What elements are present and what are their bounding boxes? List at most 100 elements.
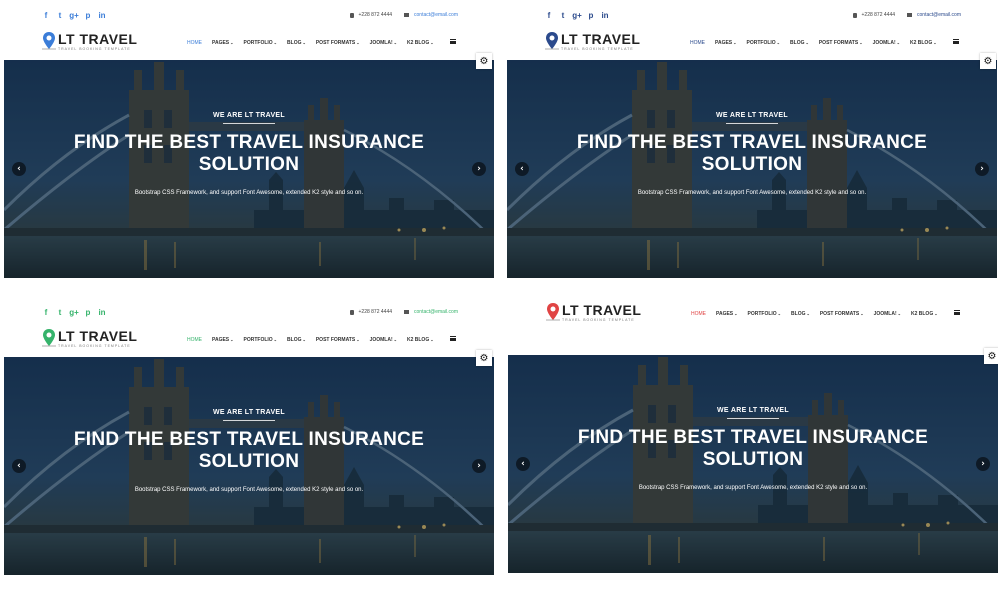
google-plus-icon[interactable]: g+ [69,10,79,20]
hero-title: FIND THE BEST TRAVEL INSURANCE SOLUTION [577,427,929,470]
site-logo[interactable]: LT TRAVEL Travel Booking Template [546,303,641,322]
main-navbar: LT TRAVEL Travel Booking Template HOME PA… [507,29,997,60]
nav-item-blog[interactable]: BLOG⌄ [791,311,810,317]
slider-prev-button[interactable]: ‹ [12,162,26,176]
nav-item-k2-blog[interactable]: K2 BLOG⌄ [407,40,434,46]
chevron-right-icon: › [477,461,481,471]
site-logo[interactable]: LT TRAVEL Travel Booking Template [42,329,137,348]
nav-item-post-formats[interactable]: POST FORMATS⌄ [316,337,360,343]
pinterest-icon[interactable]: p [84,10,92,20]
map-pin-logo-icon [545,32,559,50]
chevron-left-icon: ‹ [520,164,524,174]
template-preview-green: f t g+ p in +228 872 4444 contact@email.com … [4,297,494,582]
style-switcher-button[interactable]: ⚙ [980,53,996,69]
site-logo[interactable]: LT TRAVEL Travel Booking Template [545,32,640,51]
email-link[interactable]: contact@email.com [414,12,458,18]
facebook-icon[interactable]: f [42,307,50,317]
nav-item-home[interactable]: HOME [187,337,202,343]
nav-item-joomla[interactable]: JOOMLA!⌄ [873,40,900,46]
chevron-down-icon: ⌄ [302,337,306,342]
nav-item-portfolio[interactable]: PORTFOLIO⌄ [748,311,782,317]
main-navbar: LT TRAVEL Travel Booking Template HOME PA… [4,29,494,60]
pinterest-icon[interactable]: p [84,307,92,317]
chevron-down-icon: ⌄ [356,40,360,45]
phone-number: +228 872 4444 [861,12,896,18]
twitter-icon[interactable]: t [56,10,64,20]
email-link[interactable]: contact@email.com [414,309,458,315]
chevron-down-icon: ⌄ [230,337,234,342]
slider-next-button[interactable]: › [472,162,486,176]
nav-item-blog[interactable]: BLOG⌄ [790,40,809,46]
nav-item-pages[interactable]: PAGES⌄ [212,337,234,343]
slider-next-button[interactable]: › [472,459,486,473]
chevron-down-icon: ⌄ [860,311,864,316]
envelope-icon [404,13,410,17]
style-switcher-button[interactable]: ⚙ [476,350,492,366]
nav-item-pages[interactable]: PAGES⌄ [212,40,234,46]
hero-slider: WE ARE LT TRAVEL FIND THE BEST TRAVEL IN… [507,60,997,278]
hamburger-menu-icon[interactable] [450,336,456,341]
nav-item-portfolio[interactable]: PORTFOLIO⌄ [244,337,278,343]
slider-prev-button[interactable]: ‹ [515,162,529,176]
hamburger-menu-icon[interactable] [450,39,456,44]
google-plus-icon[interactable]: g+ [572,10,582,20]
nav-item-post-formats[interactable]: POST FORMATS⌄ [819,40,863,46]
chevron-left-icon: ‹ [17,461,21,471]
main-menu: HOME PAGES⌄ PORTFOLIO⌄ BLOG⌄ POST FORMATS⌄ JO… [690,40,947,46]
style-switcher-button[interactable]: ⚙ [984,348,998,364]
nav-item-post-formats[interactable]: POST FORMATS⌄ [820,311,864,317]
chevron-right-icon: › [980,164,984,174]
slider-next-button[interactable]: › [976,457,990,471]
nav-item-pages[interactable]: PAGES⌄ [716,311,738,317]
nav-item-home[interactable]: HOME [187,40,202,46]
linkedin-icon[interactable]: in [98,307,106,317]
nav-item-blog[interactable]: BLOG⌄ [287,337,306,343]
chevron-down-icon: ⌄ [430,337,434,342]
facebook-icon[interactable]: f [545,10,553,20]
twitter-icon[interactable]: t [559,10,567,20]
nav-item-blog[interactable]: BLOG⌄ [287,40,306,46]
slider-prev-button[interactable]: ‹ [516,457,530,471]
linkedin-icon[interactable]: in [601,10,609,20]
chevron-down-icon: ⌄ [230,40,234,45]
hero-kicker: WE ARE LT TRAVEL [213,409,285,416]
contact-info: +228 872 4444 contact@email.com [852,12,961,18]
twitter-icon[interactable]: t [56,307,64,317]
contact-info: +228 872 4444 contact@email.com [349,12,458,18]
email-link[interactable]: contact@email.com [917,12,961,18]
hero-subtitle: Bootstrap CSS Framework, and support Fon… [134,487,364,493]
hero-title: FIND THE BEST TRAVEL INSURANCE SOLUTION [73,429,425,472]
nav-item-post-formats[interactable]: POST FORMATS⌄ [316,40,360,46]
main-navbar: LT TRAVEL Travel Booking Template HOME PA… [4,326,494,357]
hamburger-menu-icon[interactable] [954,310,960,315]
facebook-icon[interactable]: f [42,10,50,20]
pinterest-icon[interactable]: p [587,10,595,20]
chevron-down-icon: ⌄ [897,311,901,316]
slider-next-button[interactable]: › [975,162,989,176]
site-logo[interactable]: LT TRAVEL Travel Booking Template [42,32,137,51]
hero-divider [223,420,275,421]
nav-item-k2-blog[interactable]: K2 BLOG⌄ [407,337,434,343]
nav-item-portfolio[interactable]: PORTFOLIO⌄ [244,40,278,46]
template-preview-navy: f t g+ p in +228 872 4444 contact@email.com … [507,0,997,285]
nav-item-home[interactable]: HOME [690,40,705,46]
main-navbar: LT TRAVEL Travel Booking Template HOME PA… [508,300,998,331]
nav-item-k2-blog[interactable]: K2 BLOG⌄ [910,40,937,46]
nav-item-joomla[interactable]: JOOMLA!⌄ [370,40,397,46]
nav-item-k2-blog[interactable]: K2 BLOG⌄ [911,311,938,317]
phone-number: +228 872 4444 [358,309,393,315]
phone-icon [852,12,857,18]
style-switcher-button[interactable]: ⚙ [476,53,492,69]
slider-prev-button[interactable]: ‹ [12,459,26,473]
nav-item-portfolio[interactable]: PORTFOLIO⌄ [747,40,781,46]
phone-icon [349,12,354,18]
hero-kicker: WE ARE LT TRAVEL [716,112,788,119]
hamburger-menu-icon[interactable] [953,39,959,44]
nav-item-joomla[interactable]: JOOMLA!⌄ [370,337,397,343]
nav-item-home[interactable]: HOME [691,311,706,317]
nav-item-joomla[interactable]: JOOMLA!⌄ [874,311,901,317]
linkedin-icon[interactable]: in [98,10,106,20]
nav-item-pages[interactable]: PAGES⌄ [715,40,737,46]
chevron-down-icon: ⌄ [934,311,938,316]
google-plus-icon[interactable]: g+ [69,307,79,317]
